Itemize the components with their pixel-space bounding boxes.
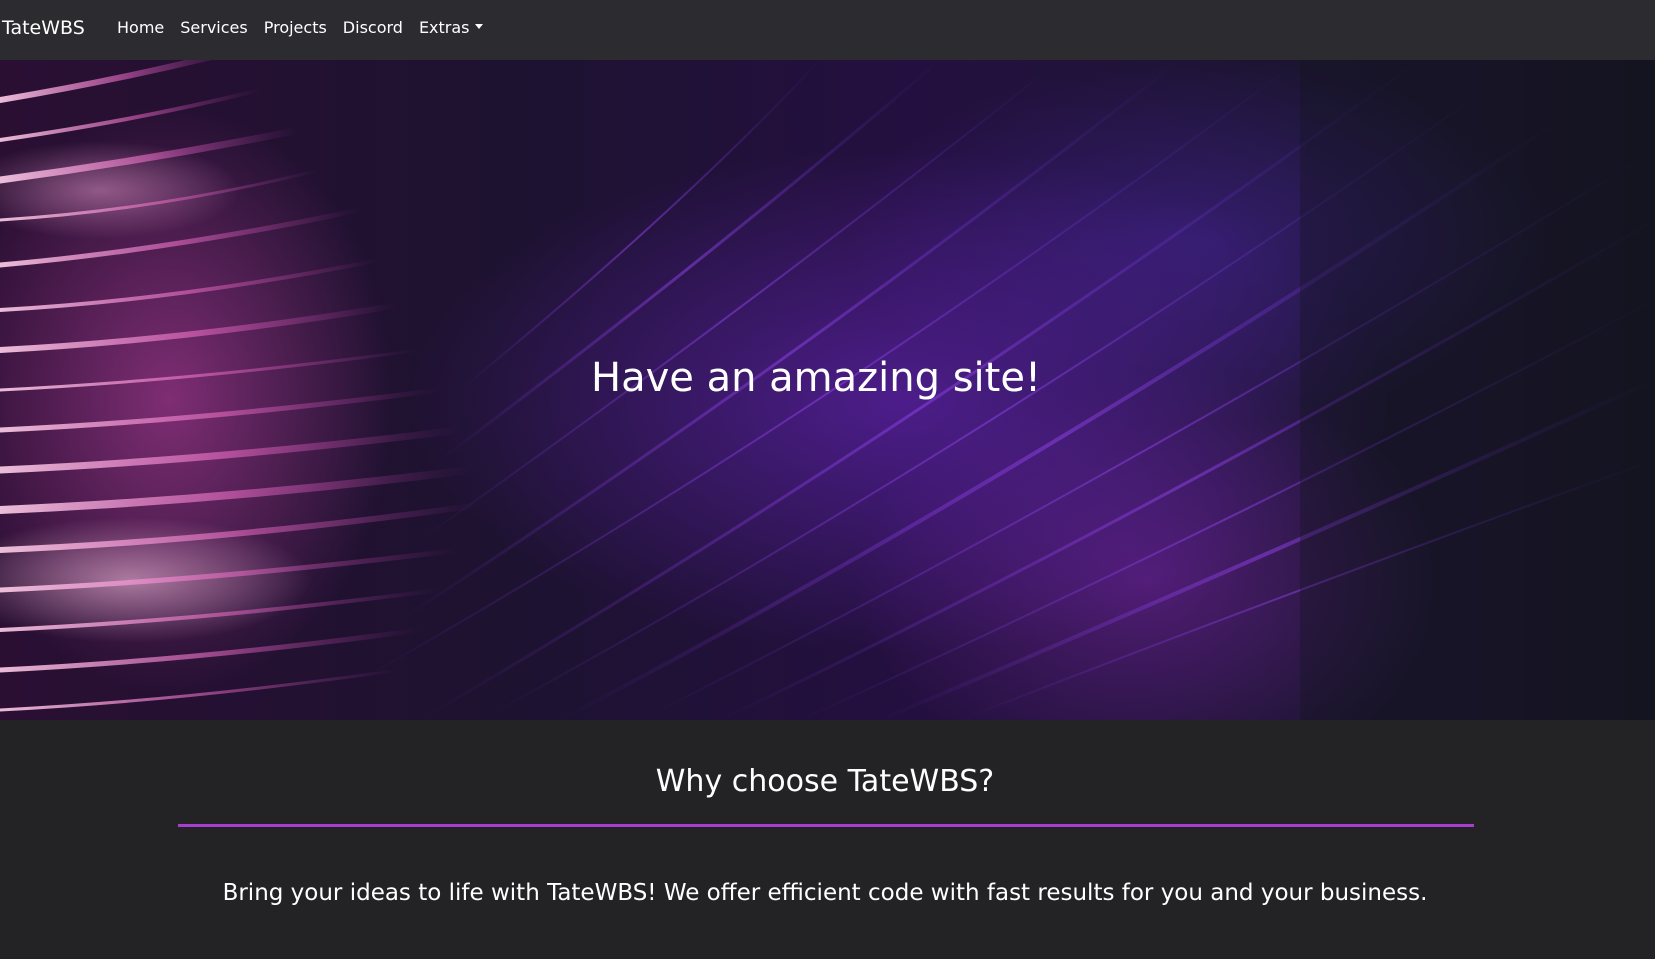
why-choose-text: Bring your ideas to life with TateWBS! W…: [222, 880, 1428, 906]
nav-home-link[interactable]: Home: [117, 18, 164, 37]
navbar: TateWBS Home Services Projects Discord E…: [0, 0, 1655, 60]
nav-discord-link[interactable]: Discord: [343, 18, 403, 37]
nav-extras-label: Extras: [418, 18, 470, 37]
hero-title: Have an amazing site!: [591, 355, 1041, 401]
nav-services-link[interactable]: Services: [180, 18, 247, 37]
brand-link[interactable]: TateWBS: [2, 17, 85, 39]
nav-projects-link[interactable]: Projects: [264, 18, 327, 37]
hero-banner: Have an amazing site!: [0, 60, 1655, 720]
nav-extras-dropdown[interactable]: Extras: [419, 18, 483, 37]
caret-down-icon: [474, 24, 483, 29]
section-divider: [178, 824, 1474, 827]
nav-links: Home Services Projects Discord Extras: [117, 18, 499, 37]
why-choose-heading: Why choose TateWBS?: [655, 764, 995, 799]
